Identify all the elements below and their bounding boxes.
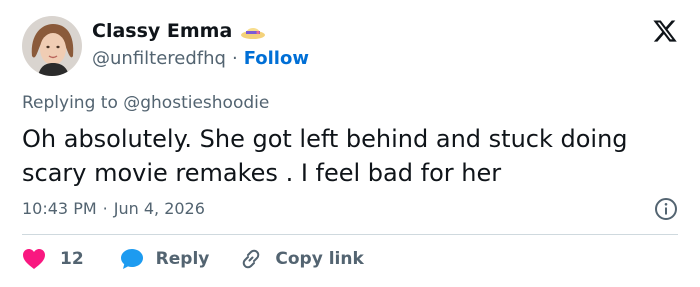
author-handle-row: @unfilteredfhq · Follow: [92, 48, 309, 69]
avatar[interactable]: [22, 16, 82, 76]
link-icon: [243, 249, 260, 269]
follow-button[interactable]: Follow: [244, 48, 309, 69]
action-bar: 12 Reply Copy link: [22, 247, 364, 271]
tweet-text: Oh absolutely. She got left behind and s…: [22, 125, 628, 187]
copy-link-label: Copy link: [275, 249, 364, 269]
sun-hat-emoji-icon: [240, 22, 266, 40]
reply-label: Reply: [155, 249, 210, 269]
author-name-row: Classy Emma: [92, 20, 266, 42]
speech-bubble-icon: [120, 249, 143, 269]
reply-button[interactable]: Reply: [120, 248, 210, 270]
replying-to[interactable]: Replying to @ghostieshoodie: [22, 93, 269, 113]
tweet-time[interactable]: 10:43 PM: [22, 199, 97, 218]
like-button[interactable]: 12: [22, 248, 84, 270]
handle-separator: ·: [231, 48, 238, 69]
info-icon[interactable]: [654, 197, 678, 221]
copy-link-button[interactable]: Copy link: [239, 247, 364, 271]
author-handle[interactable]: @unfilteredfhq: [92, 48, 226, 69]
tweet-date[interactable]: Jun 4, 2026: [114, 199, 205, 218]
x-logo-icon[interactable]: [652, 18, 678, 44]
heart-icon: [23, 249, 45, 269]
timestamp-separator: ·: [102, 199, 108, 218]
author-name[interactable]: Classy Emma: [92, 20, 232, 42]
like-count: 12: [60, 249, 84, 269]
divider: [22, 234, 678, 235]
timestamp[interactable]: 10:43 PM · Jun 4, 2026: [22, 199, 205, 218]
